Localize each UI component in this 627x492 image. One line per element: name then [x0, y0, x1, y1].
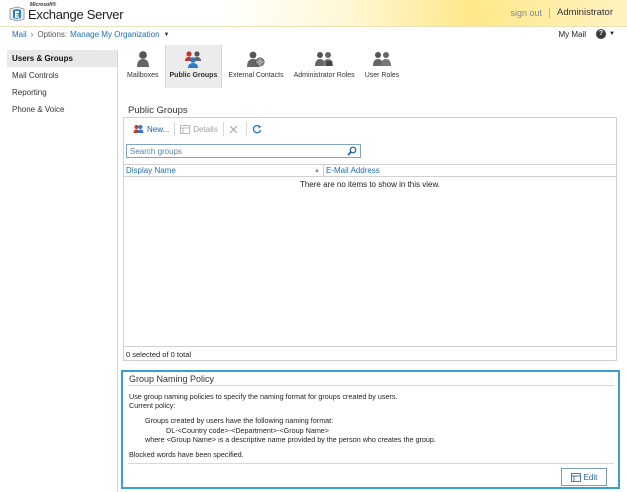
sort-ascending-icon: ▲ [314, 168, 320, 174]
help-icon[interactable]: ? [596, 29, 607, 39]
tab-public-groups-label: Public Groups [169, 72, 218, 79]
nav-item-users-groups[interactable]: Users & Groups [7, 50, 117, 67]
left-nav: Users & Groups Mail Controls Reporting P… [7, 50, 118, 492]
breadcrumb-options-label: Options: [37, 30, 68, 39]
tab-mailboxes-label: Mailboxes [127, 72, 159, 79]
breadcrumb: Mail › Options: Manage My Organization ▼ [12, 30, 169, 39]
scope-dropdown-icon[interactable]: ▼ [164, 32, 170, 38]
details-icon [180, 124, 191, 134]
policy-text-where: where <Group Name> is a descriptive name… [145, 434, 436, 444]
group-naming-policy-panel: Group Naming Policy Use group naming pol… [121, 370, 620, 489]
selection-status: 0 selected of 0 total [123, 346, 617, 361]
column-email-address[interactable]: E-Mail Address [324, 165, 380, 176]
policy-text-format-intro: Groups created by users have the followi… [145, 416, 334, 426]
my-mail-area: My Mail ? ▼ [558, 29, 615, 39]
search-box [126, 144, 361, 158]
breadcrumb-scope-link[interactable]: Manage My Organization [70, 30, 159, 39]
breadcrumb-separator: › [30, 30, 34, 39]
list-toolbar: New... Details [128, 121, 270, 137]
details-button[interactable]: Details [175, 121, 222, 137]
refresh-icon [252, 124, 261, 134]
policy-text-blocked: Blocked words have been specified. [129, 450, 244, 460]
policy-text-format: DL-<Country code>-<Department>-<Group Na… [166, 425, 329, 435]
page-title: Public Groups [128, 105, 188, 116]
tab-public-groups[interactable]: Public Groups [164, 45, 223, 88]
search-input[interactable] [127, 145, 337, 157]
delete-icon [229, 125, 238, 133]
tab-external-contacts[interactable]: External Contacts [224, 45, 287, 88]
column-email-address-label: E-Mail Address [326, 166, 380, 175]
group-icon [185, 51, 202, 68]
exchange-logo-icon [9, 6, 25, 22]
tab-mailboxes[interactable]: Mailboxes [123, 45, 163, 88]
brand-name: Exchange Server [28, 7, 124, 22]
details-button-label: Details [193, 124, 218, 134]
groups-list-panel: New... Details Search groups Display Nam… [123, 117, 617, 361]
new-button-label: New... [147, 124, 170, 134]
new-button[interactable]: New... [128, 121, 174, 137]
column-display-name-label: Display Name [126, 166, 176, 175]
new-group-icon [133, 125, 144, 133]
nav-item-mail-controls[interactable]: Mail Controls [7, 67, 117, 84]
single-user-icon [136, 51, 149, 67]
tool-tabs: Mailboxes Public Groups External Contact… [123, 45, 405, 88]
empty-list-message: There are no items to show in this view. [299, 180, 441, 189]
my-mail-link[interactable]: My Mail [558, 30, 586, 39]
tab-user-roles[interactable]: User Roles [361, 45, 404, 88]
policy-text-intro: Use group naming policies to specify the… [129, 392, 398, 401]
policy-divider [128, 385, 614, 386]
edit-icon [570, 472, 581, 482]
policy-divider-bottom [128, 463, 614, 464]
sign-out-link[interactable]: sign out [511, 7, 551, 18]
delete-button[interactable] [224, 121, 246, 137]
edit-button[interactable]: Edit [561, 468, 607, 486]
edit-button-label: Edit [583, 472, 598, 482]
column-display-name[interactable]: Display Name ▲ [124, 165, 324, 176]
tab-user-roles-label: User Roles [364, 72, 400, 79]
breadcrumb-mail-link[interactable]: Mail [12, 30, 27, 39]
tab-external-contacts-label: External Contacts [228, 72, 284, 79]
nav-item-phone-voice[interactable]: Phone & Voice [7, 101, 117, 118]
refresh-button[interactable] [247, 121, 270, 137]
policy-text-current: Current policy: [129, 401, 176, 411]
contact-globe-icon [246, 51, 265, 67]
user-roles-icon [373, 52, 391, 66]
search-icon[interactable] [347, 146, 357, 156]
top-header: Microsoft® Exchange Server sign out Admi… [0, 0, 627, 27]
policy-description: Use group naming policies to specify the… [129, 392, 436, 459]
user-name: Administrator [557, 7, 613, 18]
nav-item-reporting[interactable]: Reporting [7, 84, 117, 101]
grid-header: Display Name ▲ E-Mail Address [124, 164, 616, 177]
tab-administrator-roles[interactable]: Administrator Roles [290, 45, 359, 88]
help-dropdown-icon[interactable]: ▼ [609, 31, 615, 37]
tab-administrator-roles-label: Administrator Roles [293, 72, 355, 79]
admin-roles-icon [315, 52, 334, 66]
policy-title: Group Naming Policy [129, 374, 215, 384]
header-user-area: sign out Administrator [511, 7, 614, 18]
